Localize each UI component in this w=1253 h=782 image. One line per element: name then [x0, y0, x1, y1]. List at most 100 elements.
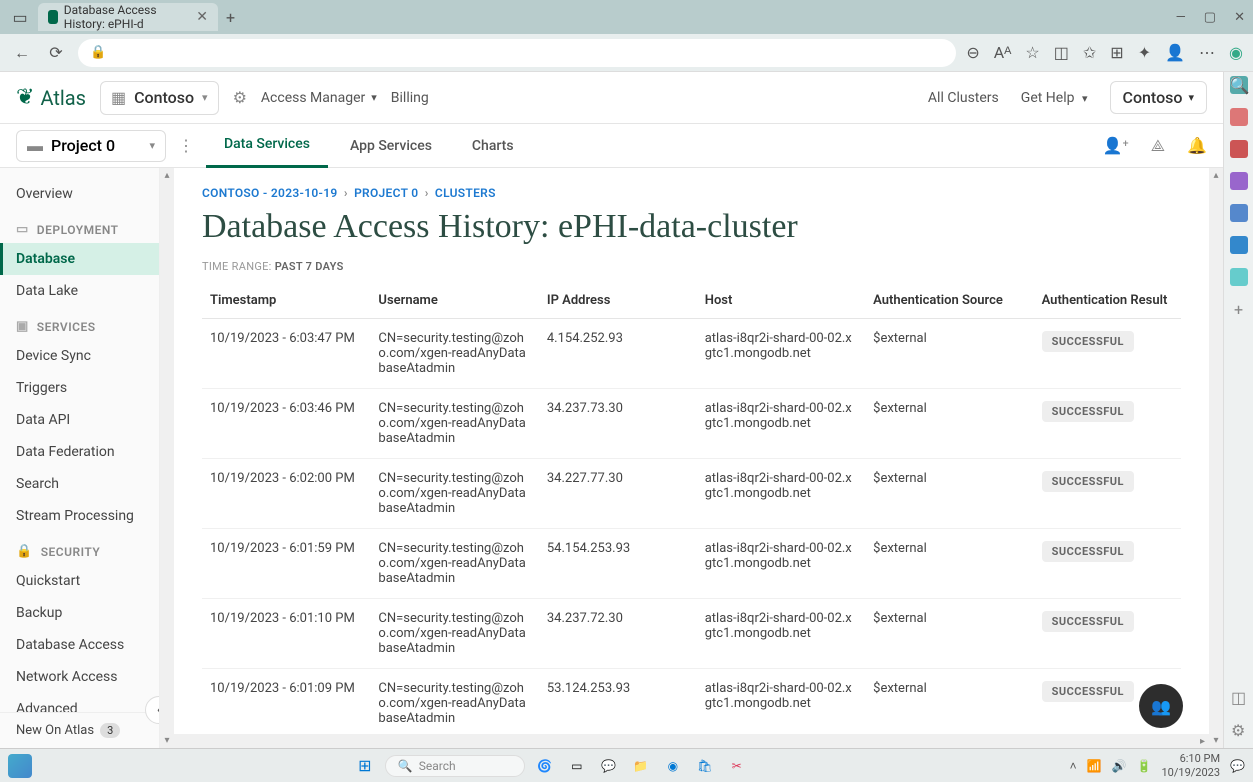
sidebar-new-on-atlas[interactable]: New On Atlas 3: [0, 712, 159, 748]
refresh-button[interactable]: ⟳: [44, 41, 68, 65]
taskbar-chat-icon[interactable]: 💬: [597, 754, 621, 778]
tray-chevron-icon[interactable]: ˄: [1070, 759, 1077, 773]
breadcrumb-clusters[interactable]: CLUSTERS: [435, 186, 496, 200]
taskbar-search[interactable]: 🔍 Search: [385, 755, 525, 777]
edge-drop-icon[interactable]: [1230, 268, 1248, 286]
sidebar-item-data-federation[interactable]: Data Federation: [0, 436, 159, 468]
edge-panel-icon[interactable]: ◫: [1231, 688, 1246, 707]
bell-icon[interactable]: 🔔: [1187, 136, 1207, 156]
taskbar-taskview-icon[interactable]: ▭: [565, 754, 589, 778]
content-scrollbar[interactable]: ▴▾: [1209, 168, 1223, 748]
edge-tools-icon[interactable]: [1230, 108, 1248, 126]
tab-data-services[interactable]: Data Services: [206, 124, 328, 168]
sidebar-item-data-lake[interactable]: Data Lake: [0, 275, 159, 307]
sidebar-item-data-api[interactable]: Data API: [0, 404, 159, 436]
edge-plus-icon[interactable]: +: [1230, 300, 1248, 318]
invite-icon[interactable]: 👤⁺: [1102, 136, 1128, 156]
sidebar-item-quickstart[interactable]: Quickstart: [0, 565, 159, 597]
widgets-icon[interactable]: [8, 754, 32, 778]
favorites-bar-icon[interactable]: ✩: [1083, 43, 1096, 63]
col-auth-source[interactable]: Authentication Source: [865, 283, 1033, 319]
col-auth-result[interactable]: Authentication Result: [1034, 283, 1181, 319]
edge-outlook-icon[interactable]: [1230, 236, 1248, 254]
sidebar-item-overview[interactable]: Overview: [0, 178, 159, 210]
taskbar-app-icon[interactable]: ✂: [725, 754, 749, 778]
sidebar-item-stream-processing[interactable]: Stream Processing: [0, 500, 159, 532]
col-username[interactable]: Username: [370, 283, 538, 319]
chevron-down-icon: ▾: [149, 139, 155, 152]
taskbar-browser-icon[interactable]: ◉: [661, 754, 685, 778]
project-selector[interactable]: ▬ Project 0 ▾: [16, 130, 166, 162]
sidebar-item-triggers[interactable]: Triggers: [0, 372, 159, 404]
close-window-button[interactable]: ✕: [1234, 10, 1245, 25]
zoom-icon[interactable]: ⊖: [966, 43, 979, 63]
activity-icon[interactable]: ⟁: [1151, 136, 1165, 156]
sidebar-scrollbar[interactable]: ▴▾: [160, 168, 174, 748]
tab-app-services[interactable]: App Services: [332, 124, 450, 168]
taskbar-explorer-icon[interactable]: 📁: [629, 754, 653, 778]
leaf-icon: ❦: [16, 85, 34, 110]
edge-shopping-icon[interactable]: [1230, 140, 1248, 158]
atlas-logo[interactable]: ❦ Atlas: [16, 85, 86, 110]
taskbar-store-icon[interactable]: 🛍: [693, 754, 717, 778]
all-clusters-link[interactable]: All Clusters: [928, 90, 999, 106]
edge-office-icon[interactable]: [1230, 204, 1248, 222]
access-manager-link[interactable]: Access Manager ▾: [261, 90, 377, 106]
url-input[interactable]: 🔒: [78, 39, 956, 67]
back-button[interactable]: ←: [10, 41, 34, 65]
edge-settings-icon[interactable]: ⚙: [1231, 721, 1246, 740]
tray-network-icon[interactable]: 📶: [1087, 759, 1102, 773]
favorite-icon[interactable]: ☆: [1025, 43, 1039, 63]
sidebar-item-database[interactable]: Database: [0, 243, 159, 275]
read-aloud-icon[interactable]: Aᴬ: [994, 43, 1012, 63]
page-title: Database Access History: ePHI-data-clust…: [202, 208, 1181, 246]
cell-host: atlas-i8qr2i-shard-00-02.xgtc1.mongodb.n…: [697, 599, 865, 669]
start-button[interactable]: ⊞: [353, 754, 377, 778]
split-icon[interactable]: ◫: [1054, 43, 1069, 63]
col-ip[interactable]: IP Address: [539, 283, 697, 319]
edge-search-icon[interactable]: 🔍: [1230, 76, 1248, 94]
profile-icon[interactable]: 👤: [1165, 43, 1185, 63]
notifications-icon[interactable]: 💬: [1230, 759, 1245, 773]
get-help-link[interactable]: Get Help ▾: [1021, 90, 1088, 106]
col-timestamp[interactable]: Timestamp: [202, 283, 370, 319]
minimize-button[interactable]: —: [1176, 10, 1186, 25]
chat-fab[interactable]: 👥: [1139, 684, 1183, 728]
taskbar-edge-icon[interactable]: 🌀: [533, 754, 557, 778]
sidebar-item-device-sync[interactable]: Device Sync: [0, 340, 159, 372]
new-tab-button[interactable]: +: [226, 8, 235, 27]
copilot-icon[interactable]: ◉: [1229, 43, 1243, 63]
sidebar-item-search[interactable]: Search: [0, 468, 159, 500]
chevron-down-icon: ▾: [371, 91, 377, 104]
taskbar-clock[interactable]: 6:10 PM 10/19/2023: [1162, 752, 1221, 778]
browser-tab[interactable]: Database Access History: ePHI-d ✕: [38, 3, 218, 31]
cell-timestamp: 10/19/2023 - 6:03:46 PM: [202, 389, 370, 459]
project-more-icon[interactable]: ⋮: [170, 136, 202, 155]
org-settings-icon[interactable]: ⚙: [233, 88, 247, 107]
tray-battery-icon[interactable]: 🔋: [1137, 759, 1152, 773]
col-host[interactable]: Host: [697, 283, 865, 319]
cell-username: CN=security.testing@zoho.com/xgen-readAn…: [370, 599, 538, 669]
collections-icon[interactable]: ⊞: [1110, 43, 1123, 63]
extensions-icon[interactable]: ✦: [1138, 43, 1151, 63]
cell-timestamp: 10/19/2023 - 6:01:10 PM: [202, 599, 370, 669]
tab-actions-icon[interactable]: ▭: [8, 5, 32, 29]
cell-timestamp: 10/19/2023 - 6:03:47 PM: [202, 319, 370, 389]
horizontal-scrollbar[interactable]: ▸: [174, 734, 1209, 748]
billing-link[interactable]: Billing: [391, 90, 429, 106]
tab-charts[interactable]: Charts: [454, 124, 532, 168]
menu-icon[interactable]: ⋯: [1199, 43, 1215, 63]
sidebar-item-backup[interactable]: Backup: [0, 597, 159, 629]
sidebar-item-network-access[interactable]: Network Access: [0, 661, 159, 693]
breadcrumb-project[interactable]: PROJECT 0: [354, 186, 418, 200]
tray-volume-icon[interactable]: 🔊: [1112, 759, 1127, 773]
maximize-button[interactable]: ▢: [1204, 10, 1216, 25]
breadcrumb-org[interactable]: CONTOSO - 2023-10-19: [202, 186, 338, 200]
tab-close-icon[interactable]: ✕: [196, 9, 208, 25]
cell-auth-source: $external: [865, 669, 1033, 739]
edge-games-icon[interactable]: [1230, 172, 1248, 190]
org-selector[interactable]: ▦ Contoso ▾: [100, 81, 219, 115]
sidebar-item-database-access[interactable]: Database Access: [0, 629, 159, 661]
user-menu[interactable]: Contoso ▾: [1110, 81, 1208, 114]
main-area: Overview ▭ DEPLOYMENT Database Data Lake…: [0, 168, 1223, 748]
